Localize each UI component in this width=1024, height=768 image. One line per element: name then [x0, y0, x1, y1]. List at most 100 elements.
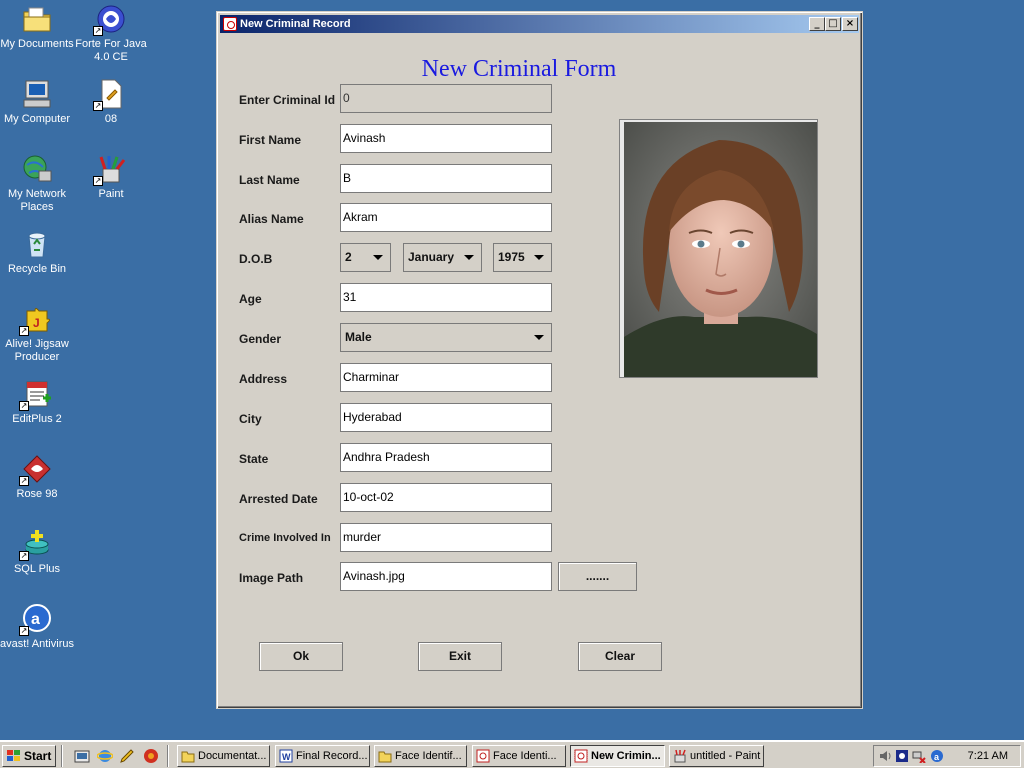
desktop-icon-alive-jigsaw[interactable]: J ↗ Alive! Jigsaw Producer — [0, 303, 74, 364]
avast-icon: a ↗ — [19, 603, 53, 636]
state-label: State — [239, 452, 269, 466]
taskbar-separator — [61, 745, 63, 767]
portrait-image — [624, 122, 817, 377]
dob-label: D.O.B — [239, 252, 273, 266]
desktop-icon-label: Recycle Bin — [7, 263, 67, 275]
database-plus-icon: ↗ — [19, 528, 53, 561]
chevron-down-icon — [373, 255, 383, 260]
computer-icon — [21, 78, 53, 110]
age-field[interactable]: 31 — [340, 283, 552, 312]
image-path-field[interactable]: Avinash.jpg — [340, 562, 552, 591]
edit-pencil-icon[interactable] — [119, 748, 135, 764]
network-globe-icon — [21, 153, 53, 185]
task-untitled-paint[interactable]: untitled - Paint — [669, 745, 764, 767]
last-name-label: Last Name — [239, 173, 300, 187]
criminal-id-label: Enter Criminal Id — [239, 93, 336, 107]
desktop-icon-label: Rose 98 — [16, 488, 58, 500]
desktop-icon-avast[interactable]: a ↗ avast! Antivirus — [0, 603, 74, 651]
avast-icon[interactable]: a — [930, 749, 944, 763]
desktop-icon-forte-for-java[interactable]: ↗ Forte For Java 4.0 CE — [74, 3, 148, 64]
task-face-identification-folder[interactable]: Face Identif... — [374, 745, 467, 767]
internet-explorer-icon[interactable] — [96, 748, 114, 764]
first-name-label: First Name — [239, 133, 302, 147]
dob-month-select[interactable]: January — [403, 243, 482, 272]
desktop-icon-sql-plus[interactable]: ↗ SQL Plus — [0, 528, 74, 576]
taskbar: Start Documentat... W Final Record... Fa… — [0, 740, 1024, 768]
last-name-field[interactable]: B — [340, 164, 552, 193]
desktop-icon-recycle-bin[interactable]: Recycle Bin — [0, 228, 74, 276]
city-label: City — [239, 412, 262, 426]
jigsaw-icon: J ↗ — [19, 303, 53, 336]
age-label: Age — [239, 292, 262, 306]
rose-icon: ↗ — [19, 453, 53, 486]
desktop-icon-label: Alive! Jigsaw Producer — [5, 338, 69, 363]
java-app-icon — [223, 17, 237, 31]
alias-name-field[interactable]: Akram — [340, 203, 552, 232]
desktop-icon-my-documents[interactable]: My Documents — [0, 3, 74, 51]
desktop-icon-editplus[interactable]: ↗ EditPlus 2 — [0, 378, 74, 426]
task-label: Final Record... — [296, 750, 368, 762]
network-status-icon[interactable] — [895, 749, 909, 763]
desktop-icon-my-computer[interactable]: My Computer — [0, 78, 74, 126]
minimize-button[interactable]: _ — [809, 17, 825, 31]
paint-icon: ↗ — [93, 153, 127, 186]
alias-name-label: Alias Name — [239, 212, 304, 226]
desktop-icon-label: My Computer — [3, 113, 71, 125]
arrested-date-field[interactable]: 10-oct-02 — [340, 483, 552, 512]
dob-month-value: January — [408, 250, 455, 264]
clock: 7:21 AM — [967, 750, 1008, 762]
task-label: Documentat... — [198, 750, 267, 762]
volume-icon[interactable] — [878, 749, 892, 763]
java-ide-icon: ↗ — [93, 3, 127, 36]
start-button[interactable]: Start — [2, 745, 56, 767]
java-app-icon — [574, 749, 588, 763]
new-criminal-record-window: New Criminal Record _ □ × New Criminal F… — [216, 11, 863, 709]
windows-logo-icon — [7, 750, 21, 762]
city-field[interactable]: Hyderabad — [340, 403, 552, 432]
media-player-icon[interactable] — [143, 748, 159, 764]
task-documentation[interactable]: Documentat... — [177, 745, 270, 767]
system-tray: a 7:21 AM — [873, 745, 1021, 767]
task-final-record[interactable]: W Final Record... — [275, 745, 370, 767]
desktop-icon-label: My Documents — [0, 38, 74, 50]
desktop-icon-label: EditPlus 2 — [12, 413, 62, 425]
dob-year-select[interactable]: 1975 — [493, 243, 552, 272]
desktop-icon-rose-98[interactable]: ↗ Rose 98 — [0, 453, 74, 501]
browse-image-button[interactable]: ....... — [558, 562, 637, 591]
editplus-icon: ↗ — [19, 378, 53, 411]
first-name-field[interactable]: Avinash — [340, 124, 552, 153]
taskbar-separator — [167, 745, 169, 767]
state-field[interactable]: Andhra Pradesh — [340, 443, 552, 472]
exit-button[interactable]: Exit — [418, 642, 502, 671]
close-button[interactable]: × — [842, 17, 858, 31]
window-titlebar[interactable]: New Criminal Record _ □ × — [220, 15, 859, 33]
criminal-photo — [619, 119, 818, 378]
desktop-icon-label: avast! Antivirus — [0, 638, 74, 650]
folder-icon — [21, 3, 53, 35]
image-path-label: Image Path — [239, 571, 304, 585]
address-field[interactable]: Charminar — [340, 363, 552, 392]
document-icon: ↗ — [93, 78, 127, 111]
ok-button[interactable]: Ok — [259, 642, 343, 671]
gender-select[interactable]: Male — [340, 323, 552, 352]
show-desktop-icon[interactable] — [74, 748, 90, 764]
maximize-button[interactable]: □ — [825, 17, 841, 31]
task-face-identification-app[interactable]: Face Identi... — [472, 745, 566, 767]
network-disconnected-icon[interactable] — [912, 749, 926, 764]
desktop-icon-label: 08 — [104, 113, 118, 125]
dob-day-select[interactable]: 2 — [340, 243, 391, 272]
clear-button[interactable]: Clear — [578, 642, 662, 671]
arrested-date-label: Arrested Date — [239, 492, 318, 506]
desktop-icon-08[interactable]: ↗ 08 — [74, 78, 148, 126]
java-app-icon — [476, 749, 490, 763]
svg-text:J: J — [33, 316, 40, 330]
chevron-down-icon — [534, 255, 544, 260]
desktop-icon-my-network-places[interactable]: My Network Places — [0, 153, 74, 214]
desktop-icon-label: Paint — [98, 188, 124, 200]
task-label: New Crimin... — [591, 750, 661, 762]
window-title: New Criminal Record — [240, 18, 351, 30]
crime-field[interactable]: murder — [340, 523, 552, 552]
recycle-bin-icon — [21, 228, 53, 260]
task-new-criminal-record[interactable]: New Crimin... — [570, 745, 665, 767]
desktop-icon-paint[interactable]: ↗ Paint — [74, 153, 148, 201]
